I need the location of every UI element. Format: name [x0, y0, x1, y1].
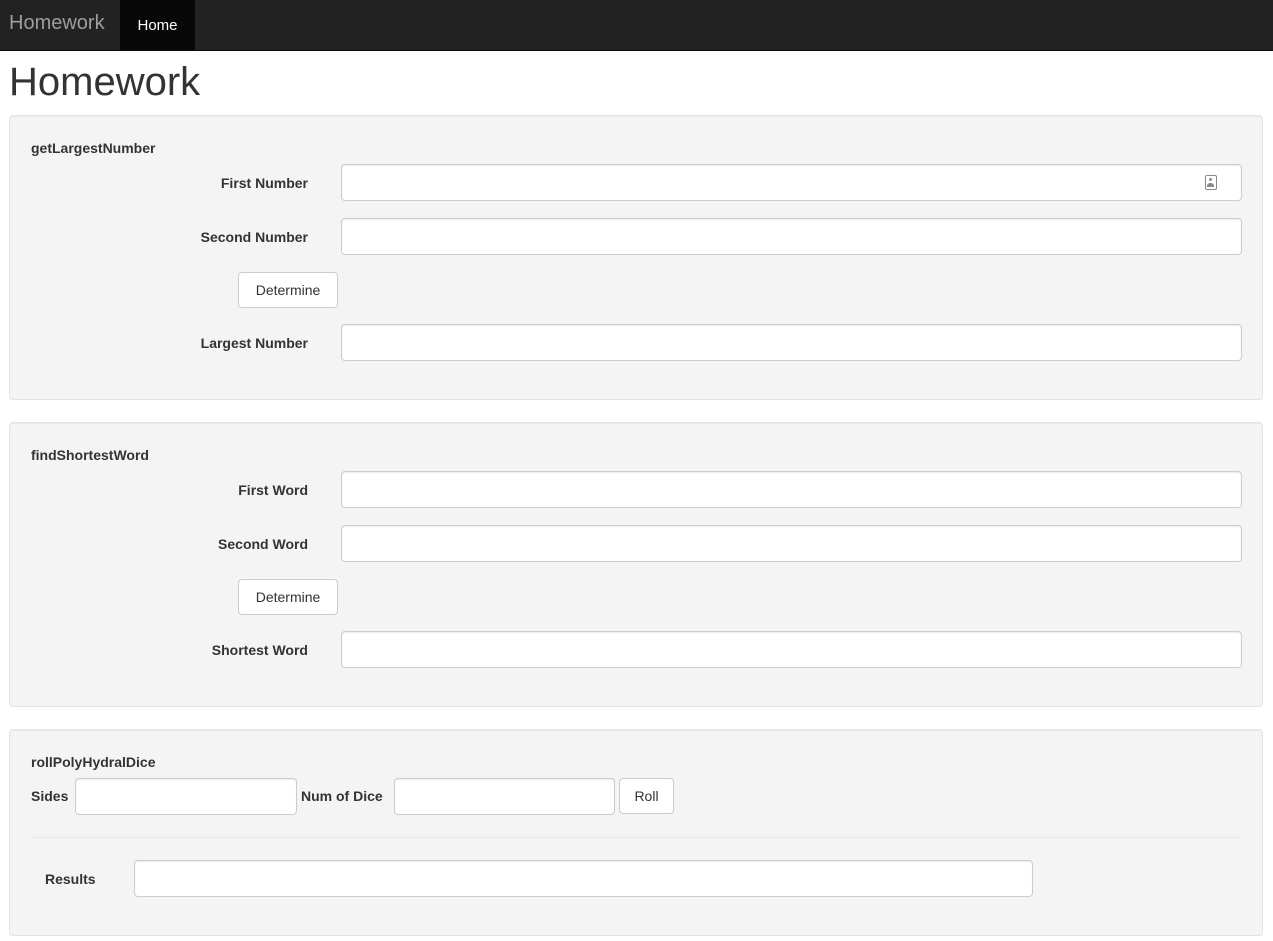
- largest-number-label: Largest Number: [200, 335, 308, 351]
- results-output[interactable]: [134, 860, 1033, 897]
- page-title: Homework: [9, 60, 201, 104]
- second-number-input[interactable]: [341, 218, 1242, 255]
- second-number-label: Second Number: [200, 229, 308, 245]
- shortest-word-panel: findShortestWord First Word Second Word …: [9, 422, 1263, 707]
- shortest-word-legend: findShortestWord: [31, 447, 149, 463]
- determine-shortest-button[interactable]: Determine: [238, 579, 338, 615]
- first-number-input[interactable]: [341, 164, 1242, 201]
- shortest-word-label: Shortest Word: [211, 642, 308, 658]
- largest-number-legend: getLargestNumber: [31, 140, 156, 156]
- navbar-brand[interactable]: Homework: [9, 12, 105, 34]
- largest-number-output[interactable]: [341, 324, 1242, 361]
- num-of-dice-input[interactable]: [394, 778, 615, 815]
- divider: [31, 837, 1241, 838]
- roll-button[interactable]: Roll: [619, 778, 674, 814]
- dice-panel: rollPolyHydralDice Sides Num of Dice Rol…: [9, 729, 1263, 936]
- second-word-label: Second Word: [218, 536, 308, 552]
- dice-legend: rollPolyHydralDice: [31, 754, 156, 770]
- shortest-word-output[interactable]: [341, 631, 1242, 668]
- determine-largest-button[interactable]: Determine: [238, 272, 338, 308]
- navbar: Homework Home: [0, 0, 1273, 51]
- largest-number-panel: getLargestNumber First Number Second Num…: [9, 115, 1263, 400]
- sides-input[interactable]: [75, 778, 297, 815]
- contact-card-icon[interactable]: [1205, 175, 1217, 190]
- first-word-input[interactable]: [341, 471, 1242, 508]
- first-number-label: First Number: [220, 175, 308, 191]
- results-label: Results: [45, 871, 96, 887]
- first-word-label: First Word: [238, 482, 308, 498]
- nav-home-link[interactable]: Home: [120, 0, 195, 50]
- num-of-dice-label: Num of Dice: [301, 788, 383, 804]
- sides-label: Sides: [31, 788, 69, 804]
- second-word-input[interactable]: [341, 525, 1242, 562]
